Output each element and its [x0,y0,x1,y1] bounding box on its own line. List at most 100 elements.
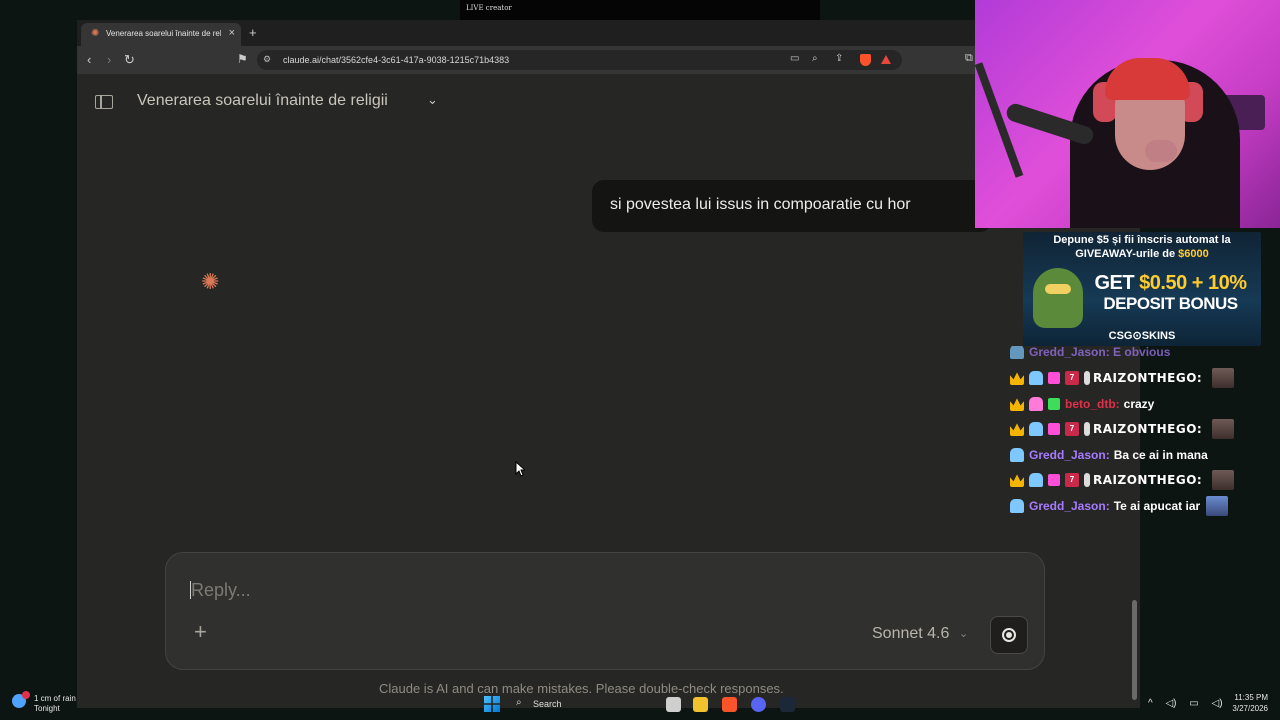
discord-icon[interactable] [751,697,766,712]
add-attachment-icon[interactable]: + [194,621,207,643]
user-message-text: si povestea lui issus in compoaratie cu … [610,196,911,213]
gift-badge-icon [1048,474,1060,486]
search-icon[interactable]: ⌕ [516,697,522,708]
reload-icon[interactable]: ↻ [124,52,135,68]
share-icon[interactable]: ⇪ [835,53,843,64]
taskbar-search[interactable]: Search [533,699,562,709]
seventv-badge-icon: 7 [1065,473,1079,487]
live-strip: LIVE creator [460,0,820,20]
emote-icon [1212,368,1235,388]
bot-badge-icon [1029,422,1043,436]
ad-brand: CSG⊙SKINS [1108,330,1176,342]
chat-line: beto_dtb: crazy [1010,392,1154,416]
system-tray: ^ ◁) ▭ ◁) [1148,698,1233,709]
gift-badge-icon [1048,398,1060,410]
cast-icon[interactable]: ▭ [790,53,799,64]
clock-date[interactable]: 3/27/2026 [1226,704,1268,713]
sidebar-toggle-icon[interactable] [95,95,113,109]
bot-badge-icon [1010,448,1024,462]
chat-line: Gredd_Jason: Te ai apucat iar [1010,494,1233,518]
ad-headline-amount: $0.50 + 10% [1139,272,1247,294]
ad-line1: Depune $5 și fii înscris automat la [1053,234,1231,246]
ad-mascot [1033,268,1083,328]
page-scrollbar[interactable] [1132,600,1137,700]
bot-badge-icon [1029,371,1043,385]
crown-badge-icon [1010,372,1024,385]
zoom-icon[interactable]: ⌕ [812,53,818,64]
stop-generation-button[interactable] [990,616,1028,654]
emote-icon [1206,496,1229,516]
address-bar[interactable]: ⚙ claude.ai/chat/3562cfe4-3c61-417a-9038… [257,50,902,70]
chat-nick[interactable]: Gredd_Jason: [1029,499,1110,513]
chevron-up-icon[interactable]: ^ [1148,698,1153,709]
pill-badge-icon [1084,371,1090,385]
ad-line2-amount: $6000 [1178,248,1209,260]
reply-composer[interactable]: Reply... + Sonnet 4.6 ⌄ [165,552,1045,670]
emote-icon [1212,419,1235,439]
ad-line2: GIVEAWAY-urile de $6000 [1023,248,1261,260]
emote-icon [1212,470,1235,490]
windows-start-icon[interactable] [484,696,500,712]
seventv-badge-icon: 7 [1065,422,1079,436]
live-label: LIVE creator [466,4,512,12]
weather-alert-icon [22,691,30,699]
webcam-overlay [975,0,1280,228]
chat-title[interactable]: Venerarea soarelui înainte de religii [137,92,388,110]
brave-rewards-icon[interactable] [881,55,891,64]
forward-icon[interactable]: › [107,52,111,67]
chat-nick[interactable]: RAIZONTHEGO: [1093,473,1202,487]
windows-taskbar: 1 cm of rain Tonight ⌕ Search ^ ◁) ▭ ◁) … [0,690,1280,720]
bot-badge-icon [1010,499,1024,513]
tab-active[interactable]: ✺ Venerarea soarelui înainte de religii … [81,23,241,46]
chat-line-ghost: Gredd_Jason: E obvious [1010,346,1170,364]
back-icon[interactable]: ‹ [87,52,91,67]
seventv-badge-icon: 7 [1065,371,1079,385]
close-icon[interactable]: × [229,27,235,39]
bot-badge-icon [1029,397,1043,411]
site-info-icon[interactable]: ⚙ [263,54,271,65]
chevron-down-icon[interactable]: ⌄ [427,92,438,108]
new-tab-button[interactable]: + [249,25,257,40]
ad-subheadline: DEPOSIT BONUS [1103,294,1238,313]
chat-nick[interactable]: beto_dtb: [1065,397,1120,411]
crown-badge-icon [1010,398,1024,411]
gift-badge-icon [1048,372,1060,384]
chat-nick[interactable]: RAIZONTHEGO: [1093,422,1202,436]
brave-browser-icon[interactable] [722,697,737,712]
url-text[interactable]: claude.ai/chat/3562cfe4-3c61-417a-9038-1… [283,55,509,65]
weather-line2[interactable]: Tonight [34,704,60,713]
chevron-down-icon[interactable]: ⌄ [959,627,968,640]
user-message: si povestea lui issus in compoaratie cu … [592,180,992,232]
steam-icon[interactable] [780,697,795,712]
desktop: LIVE creator ✺ Venerarea soarelui înaint… [0,0,1280,720]
volume-icon[interactable]: ◁) [1212,698,1223,709]
model-selector[interactable]: Sonnet 4.6 [872,625,949,643]
file-explorer-icon[interactable] [693,697,708,712]
chat-nick[interactable]: Gredd_Jason: [1029,448,1110,462]
claude-thinking-icon: ✺ [201,269,220,294]
bookmark-icon[interactable]: ⚑ [237,52,248,66]
chat-message: Te ai apucat iar [1113,499,1201,513]
stream-chat: Gredd_Jason: E obvious 7 RAIZONTHEGO: be… [1010,346,1245,521]
pill-badge-icon [1084,422,1090,436]
streamer-hand [1145,140,1177,162]
pill-badge-icon [1084,473,1090,487]
reply-input[interactable]: Reply... [191,580,251,601]
brave-shields-icon[interactable] [860,54,871,66]
bot-badge-icon [1029,473,1043,487]
gift-badge-icon [1048,423,1060,435]
chat-line: 7 RAIZONTHEGO: [1010,417,1239,441]
ad-line2-text: GIVEAWAY-urile de [1075,248,1176,260]
mouse-cursor-icon [515,461,525,477]
speaker-icon[interactable]: ◁) [1165,698,1176,709]
claude-favicon-icon: ✺ [91,28,100,39]
display-icon[interactable]: ▭ [1189,698,1198,709]
extensions-icon[interactable]: ⧉ [965,52,973,65]
weather-line1[interactable]: 1 cm of rain [34,694,76,703]
chat-badge-icon [1010,346,1024,359]
task-view-icon[interactable] [666,697,681,712]
clock-time[interactable]: 11:35 PM [1232,693,1268,702]
taskbar-apps: ⌕ Search [460,690,820,720]
ad-headline: GET $0.50 + 10% [1083,272,1258,295]
chat-nick[interactable]: RAIZONTHEGO: [1093,371,1202,385]
